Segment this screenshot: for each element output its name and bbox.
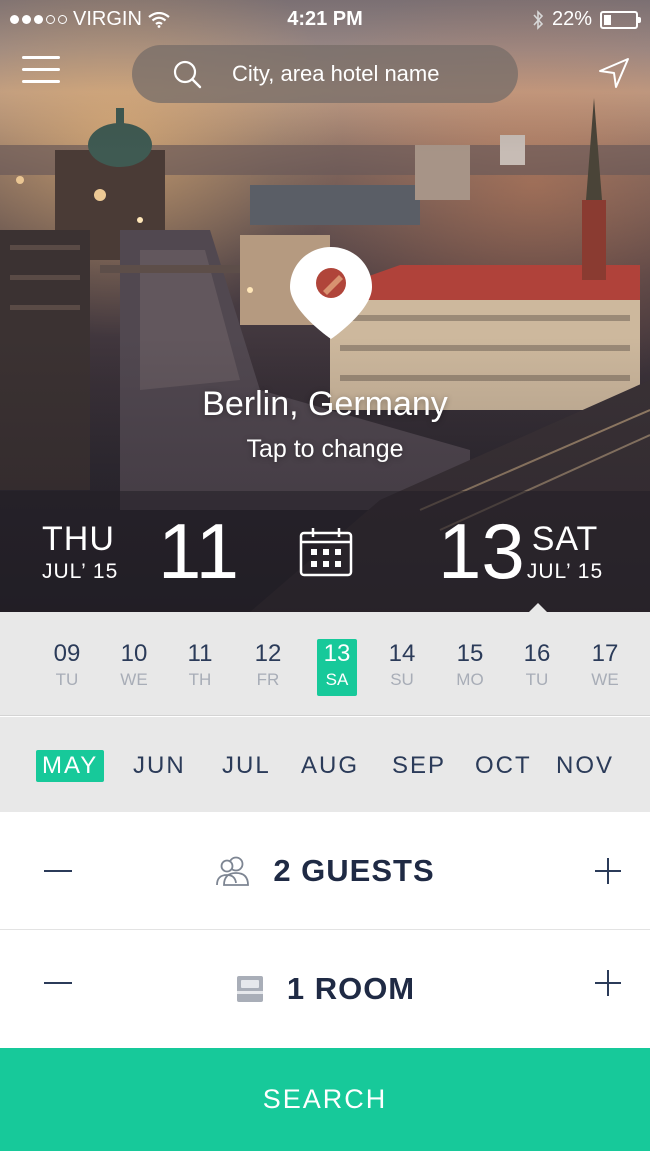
month-item[interactable]: NOV (556, 750, 614, 782)
month-item[interactable]: AUG (301, 750, 359, 782)
hamburger-menu-icon[interactable] (22, 56, 60, 88)
rooms-display: 1 ROOM (0, 971, 650, 1007)
month-item[interactable]: SEP (392, 750, 446, 782)
month-item-selected[interactable]: MAY (36, 750, 105, 782)
search-icon (173, 60, 202, 89)
guests-icon (216, 856, 250, 886)
search-input[interactable] (232, 61, 512, 87)
day-item[interactable]: 17 WE (585, 639, 625, 696)
day-item[interactable]: 12 FR (248, 639, 288, 696)
status-bar: VIRGIN 4:21 PM 22% (0, 0, 650, 40)
day-item[interactable]: 11 TH (180, 639, 220, 696)
search-bar[interactable] (132, 45, 518, 103)
day-item[interactable]: 09 TU (47, 639, 87, 696)
bluetooth-icon (533, 9, 544, 30)
rooms-increase-button[interactable] (595, 970, 621, 996)
change-city-link[interactable]: Tap to change (0, 435, 650, 464)
check-out-weekday: SAT (531, 520, 599, 558)
search-button[interactable]: SEARCH (0, 1048, 650, 1151)
day-item[interactable]: 10 WE (114, 639, 154, 696)
calendar-icon[interactable] (298, 526, 354, 578)
date-range-panel: THU JUL’ 15 11 13 SAT JUL’ 15 (0, 491, 650, 612)
guests-stepper: 2 GUESTS (0, 813, 650, 930)
map-pin-icon[interactable] (287, 245, 375, 346)
month-item[interactable]: OCT (475, 750, 532, 782)
check-in-month: JUL’ 15 (42, 560, 119, 583)
month-item[interactable]: JUL (222, 750, 271, 782)
rooms-stepper: 1 ROOM (0, 931, 650, 1048)
check-out-date[interactable]: SAT JUL’ 15 (523, 520, 607, 585)
check-in-date[interactable]: THU JUL’ 15 (42, 520, 119, 585)
check-in-weekday: THU (42, 520, 115, 558)
check-out-day[interactable]: 13 (438, 509, 525, 593)
guests-count: 2 GUESTS (273, 853, 435, 888)
guests-display: 2 GUESTS (0, 853, 650, 889)
bed-icon (236, 976, 263, 1002)
day-item[interactable]: 16 TU (517, 639, 557, 696)
day-picker: 09 TU 10 WE 11 TH 12 FR 13 SA 14 SU 15 MO 16 TU … (0, 612, 650, 716)
check-out-month: JUL’ 15 (526, 560, 604, 583)
battery-status: 22% (532, 8, 641, 31)
city-name: Berlin, Germany (202, 385, 448, 423)
battery-percent: 22% (551, 8, 592, 30)
day-item[interactable]: 15 MO (450, 639, 490, 696)
check-in-day[interactable]: 11 (158, 509, 239, 593)
battery-icon (600, 10, 641, 29)
navigation-arrow-icon[interactable] (597, 56, 631, 95)
guests-increase-button[interactable] (595, 858, 621, 884)
day-item-selected[interactable]: 13 SA (317, 639, 357, 696)
month-picker: MAY JUN JUL AUG SEP OCT NOV (0, 717, 650, 812)
hotel-search-screen: VIRGIN 4:21 PM 22% City, area hotel name… (0, 0, 650, 1151)
day-item[interactable]: 14 SU (382, 639, 422, 696)
rooms-count: 1 ROOM (286, 971, 416, 1006)
month-item[interactable]: JUN (133, 750, 186, 782)
